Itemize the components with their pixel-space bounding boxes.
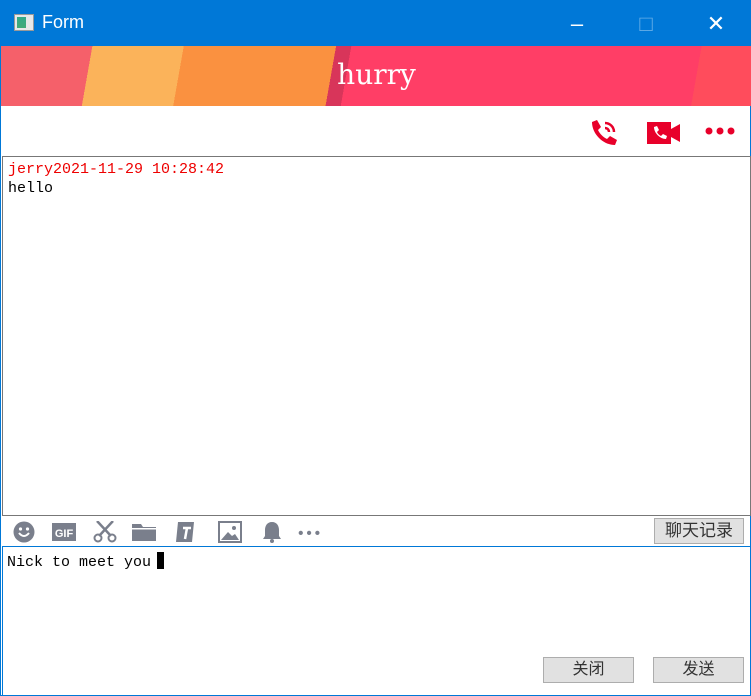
chat-history-button[interactable]: 聊天记录 (654, 518, 744, 544)
screenshot-scissors-icon[interactable] (93, 521, 117, 543)
contact-name: hurry (337, 58, 416, 91)
chat-history[interactable]: jerry2021-11-29 10:28:42 hello (2, 156, 751, 516)
emoji-icon[interactable] (13, 521, 37, 543)
svg-text:GIF: GIF (55, 528, 74, 540)
message-timestamp: 2021-11-29 10:28:42 (53, 161, 225, 178)
maximize-button[interactable]: □ (623, 1, 669, 46)
text-cursor (157, 552, 165, 569)
app-icon (14, 14, 34, 31)
rich-text-icon[interactable] (174, 521, 198, 543)
message-input-text: Nick to meet you (7, 554, 152, 571)
message-header: jerry2021-11-29 10:28:42 (8, 161, 745, 178)
minimize-button[interactable]: – (554, 1, 600, 46)
close-window-button[interactable]: ✕ (693, 1, 739, 46)
notification-bell-icon[interactable] (260, 521, 284, 543)
message-input[interactable]: Nick to meet you (2, 546, 751, 696)
input-toolbar: GIF 聊天记录 (1, 516, 751, 546)
window-title: Form (42, 12, 84, 32)
voice-call-icon[interactable] (587, 119, 619, 149)
contact-banner: hurry (1, 46, 751, 106)
gif-icon[interactable]: GIF (52, 521, 76, 543)
message-text: hello (8, 180, 54, 197)
video-call-icon[interactable] (647, 119, 681, 147)
image-icon[interactable] (218, 521, 242, 543)
more-options-icon[interactable] (705, 125, 735, 137)
title-bar: Form – □ ✕ (1, 1, 751, 46)
more-tools-icon[interactable] (298, 521, 322, 543)
message-sender: jerry (8, 161, 54, 178)
close-button[interactable]: 关闭 (543, 657, 634, 683)
folder-icon[interactable] (132, 521, 156, 543)
send-button[interactable]: 发送 (653, 657, 744, 683)
